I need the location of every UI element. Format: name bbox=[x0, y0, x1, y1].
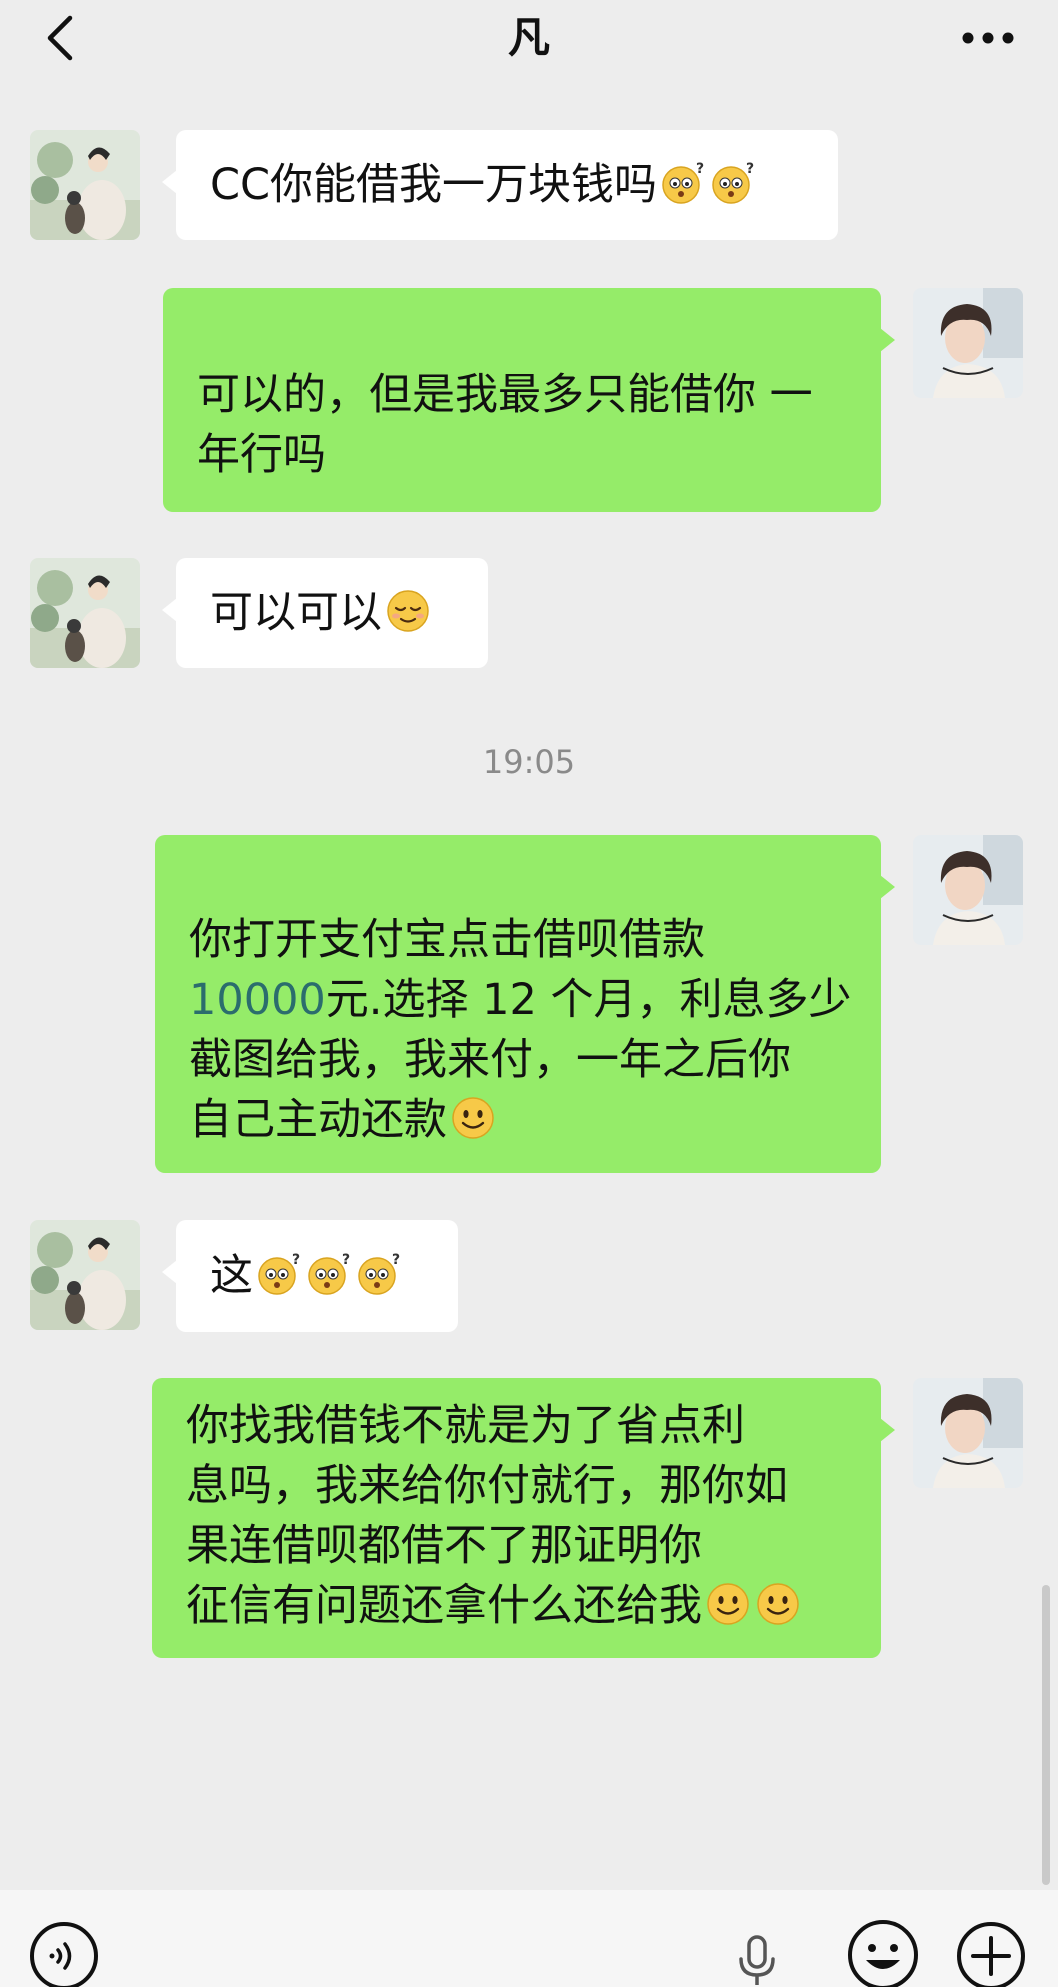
emoji-button[interactable] bbox=[846, 1918, 920, 1987]
confused-face-emoji: ? bbox=[659, 159, 707, 207]
input-toolbar bbox=[0, 1890, 1058, 1987]
sent-message-bubble[interactable]: 你找我借钱不就是为了省点利 息吗，我来给你付就行，那你如 果连借呗都借不了那证明… bbox=[152, 1378, 895, 1658]
smiling-face-emoji bbox=[754, 1580, 802, 1628]
voice-input-button[interactable] bbox=[28, 1920, 100, 1987]
my-avatar[interactable] bbox=[913, 835, 1023, 945]
emoji-icon bbox=[848, 1920, 918, 1987]
svg-text:?: ? bbox=[292, 1252, 300, 1268]
my-avatar[interactable] bbox=[913, 288, 1023, 398]
contact-avatar[interactable] bbox=[30, 558, 140, 668]
painting-avatar-icon bbox=[30, 558, 140, 668]
plus-icon bbox=[957, 1922, 1025, 1987]
svg-text:?: ? bbox=[392, 1252, 400, 1268]
message-text-line: 年行吗 bbox=[197, 430, 326, 480]
message-text: 元.选择 12 个月，利息多少 bbox=[325, 975, 852, 1025]
message-text-line: 截图给我，我来付，一年之后你 bbox=[189, 1035, 791, 1085]
received-message-bubble[interactable]: 这??? bbox=[162, 1220, 458, 1332]
chat-screen: 凡 CC你能借我一万块钱吗?? 可以的，但是我最多只能借你 一 年行吗 可以可以… bbox=[0, 0, 1058, 1987]
amount-number: 10000 bbox=[189, 975, 326, 1025]
svg-text:?: ? bbox=[696, 161, 704, 177]
message-text-line: 果连借呗都借不了那证明你 bbox=[186, 1521, 702, 1571]
microphone-icon bbox=[739, 1935, 775, 1985]
sent-message-bubble[interactable]: 可以的，但是我最多只能借你 一 年行吗 bbox=[163, 288, 895, 512]
contact-avatar[interactable] bbox=[30, 1220, 140, 1330]
svg-text:?: ? bbox=[746, 161, 754, 177]
scrollbar[interactable] bbox=[1042, 1585, 1050, 1885]
confused-face-emoji: ? bbox=[355, 1250, 403, 1298]
more-functions-button[interactable] bbox=[955, 1920, 1027, 1987]
relieved-face-emoji bbox=[384, 587, 432, 635]
confused-face-emoji: ? bbox=[255, 1250, 303, 1298]
microphone-button[interactable] bbox=[735, 1935, 779, 1987]
message-text: 自己主动还款 bbox=[189, 1095, 447, 1145]
more-dots-icon bbox=[962, 32, 1014, 44]
received-message-bubble[interactable]: 可以可以 bbox=[162, 558, 488, 668]
message-text-line: 征信有问题还拿什么还给我 bbox=[186, 1576, 881, 1636]
confused-face-emoji: ? bbox=[709, 159, 757, 207]
message-text: CC你能借我一万块钱吗 bbox=[210, 160, 658, 210]
smiling-face-emoji bbox=[704, 1580, 752, 1628]
chat-title: 凡 bbox=[507, 13, 550, 62]
message-text-line: 自己主动还款 bbox=[189, 1090, 881, 1150]
svg-text:?: ? bbox=[342, 1252, 350, 1268]
sent-message-bubble[interactable]: 你打开支付宝点击借呗借款 10000元.选择 12 个月，利息多少 截图给我，我… bbox=[155, 835, 895, 1173]
message-text-line: 10000元.选择 12 个月，利息多少 bbox=[189, 970, 881, 1030]
message-timestamp: 19:05 bbox=[482, 743, 576, 781]
voice-icon bbox=[30, 1922, 98, 1987]
person-avatar-icon bbox=[913, 288, 1023, 398]
contact-avatar[interactable] bbox=[30, 130, 140, 240]
person-avatar-icon bbox=[913, 1378, 1023, 1488]
message-text-line: 你打开支付宝点击借呗借款 bbox=[189, 915, 705, 965]
more-button[interactable] bbox=[958, 14, 1018, 62]
painting-avatar-icon bbox=[30, 130, 140, 240]
message-text-line: 你找我借钱不就是为了省点利 bbox=[186, 1401, 745, 1451]
person-avatar-icon bbox=[913, 835, 1023, 945]
chat-header: 凡 bbox=[0, 0, 1058, 76]
message-text: 征信有问题还拿什么还给我 bbox=[186, 1581, 702, 1631]
confused-face-emoji: ? bbox=[305, 1250, 353, 1298]
message-text: 这 bbox=[210, 1251, 253, 1301]
message-text: 可以可以 bbox=[210, 588, 382, 638]
my-avatar[interactable] bbox=[913, 1378, 1023, 1488]
message-text-line: 息吗，我来给你付就行，那你如 bbox=[186, 1461, 788, 1511]
painting-avatar-icon bbox=[30, 1220, 140, 1330]
smiling-face-emoji bbox=[449, 1094, 497, 1142]
message-text-line: 可以的，但是我最多只能借你 一 bbox=[197, 370, 813, 420]
received-message-bubble[interactable]: CC你能借我一万块钱吗?? bbox=[162, 130, 838, 240]
